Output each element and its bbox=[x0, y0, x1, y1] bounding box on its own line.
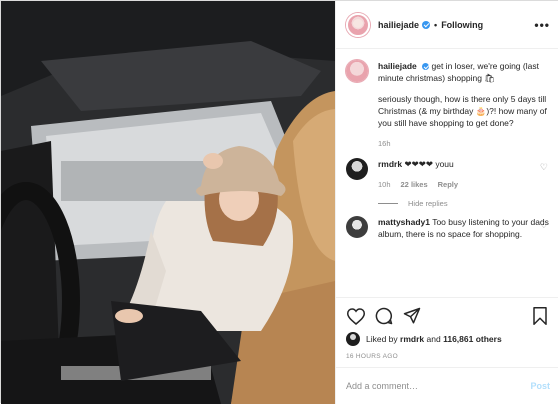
comment-likes[interactable]: 22 likes bbox=[401, 179, 428, 191]
comments-list[interactable]: hailiejade get in loser, we're going (la… bbox=[336, 50, 558, 297]
caption: hailiejade get in loser, we're going (la… bbox=[346, 60, 550, 150]
comment-text: ❤❤❤❤ youu bbox=[404, 159, 454, 169]
hide-replies-label: Hide replies bbox=[408, 199, 448, 208]
post-comment-button[interactable]: Post bbox=[530, 381, 550, 391]
verified-badge-icon bbox=[422, 20, 431, 29]
add-comment-input[interactable] bbox=[346, 381, 523, 391]
comment-item: mattyshady1 Too busy listening to your d… bbox=[346, 216, 550, 240]
comment-like-heart-icon[interactable]: ♡ bbox=[540, 162, 548, 173]
caption-text-line2: seriously though, how is there only 5 da… bbox=[378, 94, 547, 128]
likes-count[interactable]: 116,861 others bbox=[443, 334, 502, 344]
caption-username[interactable]: hailiejade bbox=[378, 61, 417, 71]
separator-dot: • bbox=[434, 19, 438, 30]
post-timestamp[interactable]: 16 HOURS AGO bbox=[346, 353, 550, 360]
comment-username[interactable]: rmdrk bbox=[378, 159, 402, 169]
post-actions: Liked by rmdrk and 116,861 others 16 HOU… bbox=[336, 297, 558, 377]
more-options-icon[interactable]: ••• bbox=[534, 18, 550, 32]
post-sidebar: hailiejade • Following ••• hailiejade ge… bbox=[335, 1, 558, 404]
caption-verified-icon bbox=[422, 63, 430, 71]
liker-avatar[interactable] bbox=[346, 332, 360, 346]
share-icon[interactable] bbox=[402, 306, 422, 326]
add-comment-bar: Post bbox=[336, 367, 558, 404]
comment-reply-button[interactable]: Reply bbox=[438, 179, 458, 191]
comment-like-heart-icon[interactable]: ♡ bbox=[540, 220, 548, 231]
author-username[interactable]: hailiejade bbox=[378, 20, 419, 30]
comment-username[interactable]: mattyshady1 bbox=[378, 217, 430, 227]
hide-replies-button[interactable]: Hide replies bbox=[378, 199, 550, 208]
post-header: hailiejade • Following ••• bbox=[336, 1, 558, 49]
post-photo[interactable] bbox=[1, 1, 335, 404]
caption-time[interactable]: 16h bbox=[378, 138, 391, 150]
comment-avatar[interactable] bbox=[346, 158, 368, 180]
likes-prefix: Liked by bbox=[366, 334, 398, 344]
author-avatar[interactable] bbox=[346, 12, 370, 37]
replies-divider bbox=[378, 203, 398, 204]
caption-avatar[interactable] bbox=[346, 60, 368, 82]
instagram-post-modal: hailiejade • Following ••• hailiejade ge… bbox=[0, 0, 558, 404]
photo-car-interior bbox=[1, 1, 335, 404]
liker-username[interactable]: rmdrk bbox=[400, 334, 424, 344]
comment-time[interactable]: 10h bbox=[378, 179, 391, 191]
likes-summary[interactable]: Liked by rmdrk and 116,861 others bbox=[346, 332, 550, 346]
bookmark-icon[interactable] bbox=[530, 306, 550, 326]
heart-icon[interactable] bbox=[346, 306, 366, 326]
following-button[interactable]: Following bbox=[441, 20, 483, 30]
comment-item: rmdrk ❤❤❤❤ youu 10h 22 likes Reply ♡ bbox=[346, 158, 550, 191]
comment-avatar[interactable] bbox=[346, 216, 368, 238]
comment-icon[interactable] bbox=[374, 306, 394, 326]
likes-and: and bbox=[426, 334, 441, 344]
